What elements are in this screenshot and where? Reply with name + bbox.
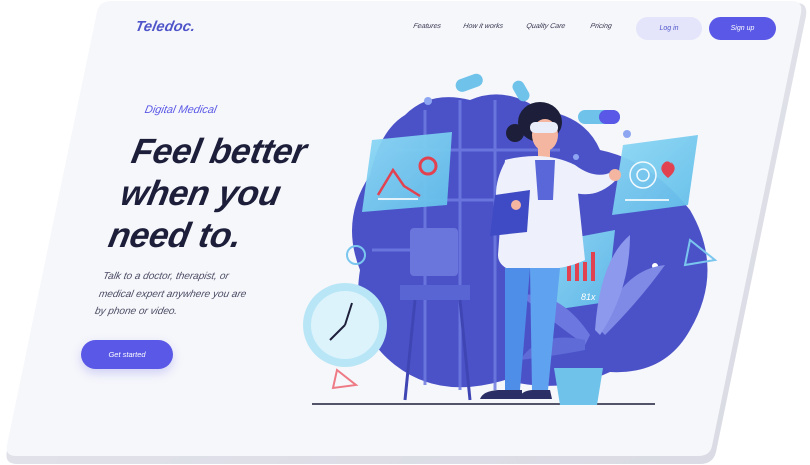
nav-features[interactable]: Features: [413, 23, 442, 30]
tablet-icon: [490, 190, 530, 236]
chart-badge: 81x: [581, 292, 596, 302]
brand-logo[interactable]: Teledoc.: [134, 19, 197, 35]
login-button[interactable]: Log in: [636, 17, 702, 40]
hero-headline-line-1: Feel better: [128, 132, 310, 171]
hero-eyebrow: Digital Medical: [143, 104, 218, 116]
get-started-button[interactable]: Get started: [81, 340, 173, 369]
nav-quality-care[interactable]: Quality Care: [526, 23, 566, 30]
hero-headline-line-2: when you: [117, 174, 285, 213]
nav-how-it-works[interactable]: How it works: [463, 23, 504, 30]
hero-body-line-1: Talk to a doctor, therapist, or: [101, 271, 230, 282]
hero-body-line-2: medical expert anywhere you are: [97, 289, 248, 300]
heart-monitor-panel: [612, 135, 698, 215]
get-started-label: Get started: [108, 350, 146, 359]
hero-headline-line-3: need to.: [105, 216, 245, 255]
signup-button[interactable]: Sign up: [709, 17, 776, 40]
nav-pricing[interactable]: Pricing: [590, 23, 613, 30]
login-button-label: Log in: [659, 25, 679, 32]
line-chart-panel: [362, 132, 452, 212]
signup-button-label: Sign up: [730, 25, 755, 32]
clock-icon: [303, 283, 387, 367]
hero-body-line-3: by phone or video.: [93, 306, 179, 317]
